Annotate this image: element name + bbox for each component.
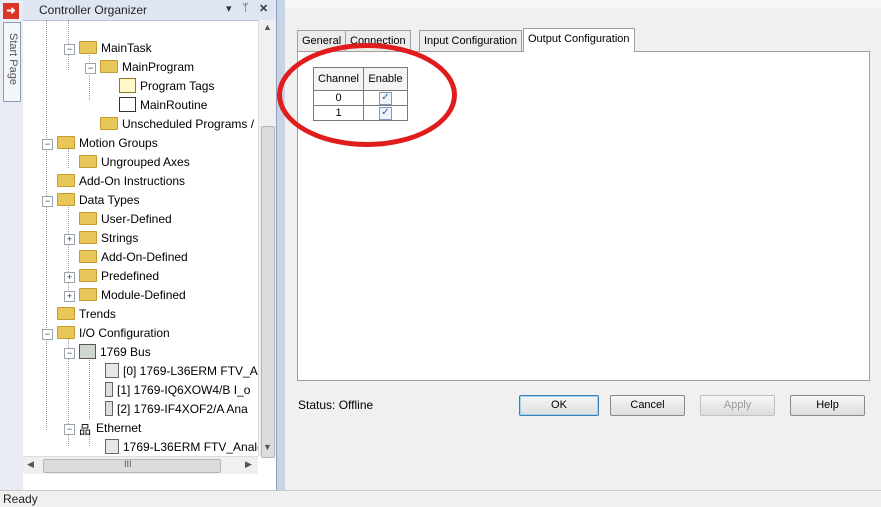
status-label: Status: [298, 398, 336, 412]
module-icon [105, 401, 113, 417]
app-status-bar: Ready [0, 490, 881, 507]
start-page-label: Start Page [7, 33, 19, 85]
program-icon [100, 60, 118, 74]
scroll-thumb[interactable] [261, 126, 275, 458]
datatype-folder-icon [79, 250, 97, 264]
close-icon[interactable]: ✕ [259, 2, 268, 15]
tree-item-slot2-module[interactable]: [2] 1769-IF4XOF2/A Ana [105, 400, 248, 419]
scroll-up-icon[interactable]: ▲ [263, 22, 272, 32]
tree-item-1769-bus[interactable]: − 1769 Bus [63, 343, 151, 362]
controller-icon [105, 363, 119, 379]
start-page-strip: ➜ Start Page [0, 0, 24, 490]
scroll-left-icon[interactable]: ◀ [27, 459, 34, 470]
datatype-folder-icon [79, 212, 97, 226]
module-icon [105, 382, 113, 398]
tree-item-add-on-defined[interactable]: Add-On-Defined [63, 248, 188, 267]
tree-item-user-defined[interactable]: User-Defined [63, 210, 172, 229]
status-line: Status: Offline [298, 398, 373, 412]
cancel-button[interactable]: Cancel [610, 395, 685, 416]
organizer-tree: − MainTask − MainProgram Program Tags Ma… [23, 20, 258, 456]
tree-item-program-tags[interactable]: Program Tags [119, 77, 214, 96]
tree-item-add-on-instructions[interactable]: Add-On Instructions [41, 172, 185, 191]
tree-item-ungrouped-axes[interactable]: Ungrouped Axes [63, 153, 190, 172]
datatype-folder-icon [79, 231, 97, 245]
tree-vertical-scrollbar[interactable]: ▲ ▼ [258, 20, 276, 458]
apply-button[interactable]: Apply [700, 395, 775, 416]
folder-icon [57, 193, 75, 207]
tree-item-ethernet-controller[interactable]: 1769-L36ERM FTV_Analo [105, 438, 258, 456]
tree-item-mainprogram[interactable]: − MainProgram [84, 58, 194, 77]
folder-icon [79, 155, 97, 169]
folder-icon [100, 117, 118, 131]
tree-horizontal-scrollbar[interactable]: ◀ III ▶ [23, 456, 258, 474]
organizer-titlebar: Controller Organizer ▾ ᛘ ✕ [23, 0, 276, 21]
status-bar-text: Ready [3, 492, 38, 506]
tree-item-trends[interactable]: Trends [41, 305, 116, 324]
tree-item-slot0-controller[interactable]: [0] 1769-L36ERM FTV_Ar [105, 362, 258, 381]
tree-item-strings[interactable]: + Strings [63, 229, 138, 248]
datatype-folder-icon [79, 269, 97, 283]
controller-icon [105, 439, 119, 455]
task-icon [79, 41, 97, 55]
tree-item-data-types[interactable]: − Data Types [41, 191, 139, 210]
organizer-title: Controller Organizer [39, 3, 148, 17]
tree-item-io-configuration[interactable]: − I/O Configuration [41, 324, 170, 343]
tab-output-configuration[interactable]: Output Configuration [523, 28, 635, 52]
dropdown-icon[interactable]: ▾ [226, 2, 232, 15]
tree-item-predefined[interactable]: + Predefined [63, 267, 159, 286]
tree-item-module-defined[interactable]: + Module-Defined [63, 286, 186, 305]
bus-icon [79, 344, 96, 360]
scroll-right-icon[interactable]: ▶ [245, 459, 252, 470]
datatype-folder-icon [79, 288, 97, 302]
status-value: Offline [338, 398, 374, 412]
folder-icon [57, 136, 75, 150]
ok-button[interactable]: OK [519, 395, 599, 416]
tab-input-configuration[interactable]: Input Configuration [419, 30, 522, 51]
pin-icon[interactable]: ᛘ [242, 2, 249, 14]
controller-organizer: Controller Organizer ▾ ᛘ ✕ − MainTask − … [23, 0, 276, 490]
tree-item-slot1-module[interactable]: [1] 1769-IQ6XOW4/B I_o [105, 381, 250, 400]
folder-icon [57, 326, 75, 340]
hscroll-thumb[interactable]: III [43, 459, 221, 473]
start-page-tab[interactable]: Start Page [3, 22, 21, 102]
tree-item-motion-groups[interactable]: − Motion Groups [41, 134, 158, 153]
tree-item-maintask[interactable]: − MainTask [63, 39, 152, 58]
start-page-icon[interactable]: ➜ [3, 3, 19, 19]
tags-icon [119, 78, 136, 94]
highlight-ellipse [277, 43, 457, 147]
scroll-down-icon[interactable]: ▼ [263, 442, 272, 452]
thumb-grip: III [124, 459, 132, 469]
tree-item-unscheduled[interactable]: Unscheduled Programs / Ph [84, 115, 258, 134]
tree-item-ethernet[interactable]: − 品 Ethernet [63, 419, 141, 438]
folder-icon [57, 174, 75, 188]
help-button[interactable]: Help [790, 395, 865, 416]
network-icon: 品 [79, 423, 92, 438]
tree-item-mainroutine[interactable]: MainRoutine [119, 96, 207, 115]
folder-icon [57, 307, 75, 321]
routine-icon [119, 97, 136, 113]
